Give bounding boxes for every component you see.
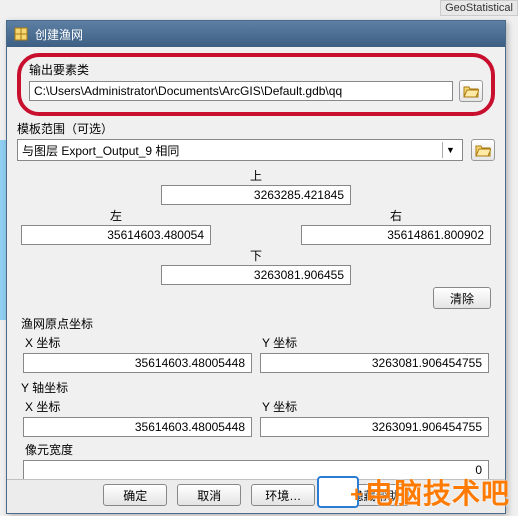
yaxis-y-input[interactable] (260, 417, 489, 437)
extent-bottom-input[interactable] (161, 265, 351, 285)
origin-header: 渔网原点坐标 (21, 315, 495, 332)
extent-right-input[interactable] (301, 225, 491, 245)
dialog-content: 输出要素类 模板范围（可选） 与图层 Export_Output_9 相同 ▼ … (7, 47, 505, 513)
template-extent-combo[interactable]: 与图层 Export_Output_9 相同 ▼ (17, 139, 463, 161)
extent-right-label: 右 (301, 207, 491, 224)
origin-y-label: Y 坐标 (262, 334, 489, 351)
cell-width-input[interactable] (23, 460, 489, 480)
yaxis-x-label: X 坐标 (25, 398, 252, 415)
extent-left-input[interactable] (21, 225, 211, 245)
chevron-down-icon: ▼ (442, 142, 458, 158)
extent-left-label: 左 (21, 207, 211, 224)
browse-output-button[interactable] (459, 80, 483, 102)
origin-x-label: X 坐标 (25, 334, 252, 351)
extent-bottom-label: 下 (161, 247, 351, 264)
dialog-window: 创建渔网 输出要素类 模板范围（可选） 与图层 Export_Output_9 … (6, 20, 506, 514)
environments-button[interactable]: 环境… (251, 484, 315, 506)
origin-x-input[interactable] (23, 353, 252, 373)
cell-width-label: 像元宽度 (25, 441, 489, 458)
extent-grid: 上 左 右 下 清除 (17, 167, 495, 309)
yaxis-y-label: Y 坐标 (262, 398, 489, 415)
template-extent-selected: 与图层 Export_Output_9 相同 (22, 142, 179, 159)
output-feature-label: 输出要素类 (29, 61, 483, 78)
clear-extent-button[interactable]: 清除 (433, 287, 491, 309)
tool-icon (13, 26, 29, 42)
titlebar: 创建渔网 (7, 21, 505, 47)
output-feature-group: 输出要素类 (17, 53, 495, 116)
extent-top-label: 上 (161, 167, 351, 184)
yaxis-x-input[interactable] (23, 417, 252, 437)
button-bar: 确定 取消 环境… << 隐藏帮助 (7, 479, 505, 513)
template-extent-label: 模板范围（可选） (17, 120, 495, 137)
extent-top-input[interactable] (161, 185, 351, 205)
background-toolbar-fragment: GeoStatistical (440, 0, 518, 16)
hide-help-button[interactable]: << 隐藏帮助 (325, 484, 408, 506)
browse-template-button[interactable] (471, 139, 495, 161)
origin-y-input[interactable] (260, 353, 489, 373)
folder-open-icon (463, 84, 479, 98)
cancel-button[interactable]: 取消 (177, 484, 241, 506)
yaxis-header: Y 轴坐标 (21, 379, 495, 396)
ok-button[interactable]: 确定 (103, 484, 167, 506)
folder-open-icon (475, 143, 491, 157)
output-feature-path-input[interactable] (29, 81, 453, 101)
window-title: 创建渔网 (35, 26, 83, 43)
